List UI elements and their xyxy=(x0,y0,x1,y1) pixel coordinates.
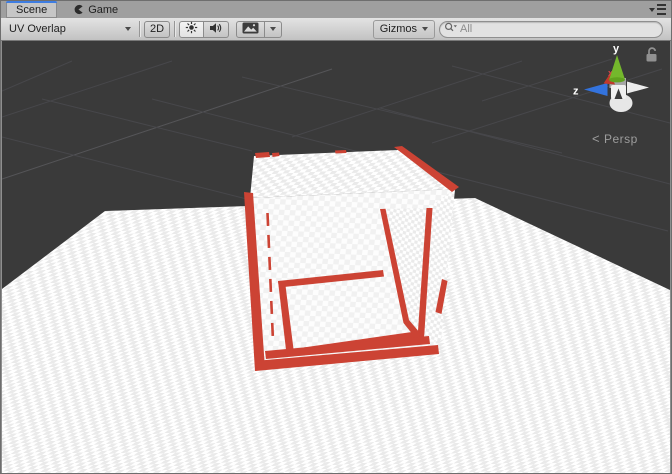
chevron-down-icon xyxy=(125,27,131,31)
tab-scene[interactable]: Scene xyxy=(6,1,57,18)
toolbar-separator xyxy=(139,21,140,37)
lighting-audio-group xyxy=(179,21,229,38)
draw-mode-label: UV Overlap xyxy=(9,23,66,35)
projection-label: Persp xyxy=(604,132,638,146)
z-axis-label: z xyxy=(573,86,579,98)
y-cone-base xyxy=(609,77,625,82)
effects-dropdown-button[interactable] xyxy=(265,21,282,38)
tab-bar: Scene Game xyxy=(1,1,671,18)
effects-group xyxy=(236,21,282,38)
tab-scene-label: Scene xyxy=(16,4,47,16)
toggle-2d-label: 2D xyxy=(150,23,164,35)
draw-mode-dropdown[interactable]: UV Overlap xyxy=(5,20,135,38)
scene-canvas[interactable]: x y z < Persp xyxy=(2,41,670,473)
search-input[interactable] xyxy=(460,23,656,36)
search-icon xyxy=(444,22,458,36)
projection-toggle[interactable]: < Persp xyxy=(592,131,638,146)
gizmos-dropdown[interactable]: Gizmos xyxy=(373,20,435,39)
effects-toggle-button[interactable] xyxy=(236,21,265,38)
toggle-2d-button[interactable]: 2D xyxy=(144,21,170,38)
lighting-toggle-button[interactable] xyxy=(179,21,204,38)
tab-game-label: Game xyxy=(88,4,118,16)
unity-game-icon xyxy=(73,4,84,15)
cube-object[interactable] xyxy=(244,146,459,371)
audio-toggle-button[interactable] xyxy=(204,21,229,38)
viewport-frame: x y z < Persp xyxy=(0,41,672,474)
persp-arrow-icon: < xyxy=(592,131,600,146)
unity-scene-panel: Scene Game UV Overlap 2D xyxy=(0,0,672,474)
sun-icon xyxy=(185,21,198,37)
toolbar-separator xyxy=(174,21,175,37)
tab-game[interactable]: Game xyxy=(63,1,128,18)
gizmos-label: Gizmos xyxy=(380,23,417,35)
chevron-down-icon xyxy=(270,27,276,31)
tab-menu-icon[interactable] xyxy=(644,1,671,18)
y-axis-label: y xyxy=(613,43,620,55)
image-icon xyxy=(242,22,259,37)
scene-search-field[interactable] xyxy=(439,21,663,38)
dropdown-arrow-icon xyxy=(649,8,655,12)
scene-toolbar: UV Overlap 2D xyxy=(1,18,671,41)
hamburger-icon xyxy=(657,4,666,15)
speaker-icon xyxy=(209,22,223,37)
chevron-down-icon xyxy=(422,27,428,31)
